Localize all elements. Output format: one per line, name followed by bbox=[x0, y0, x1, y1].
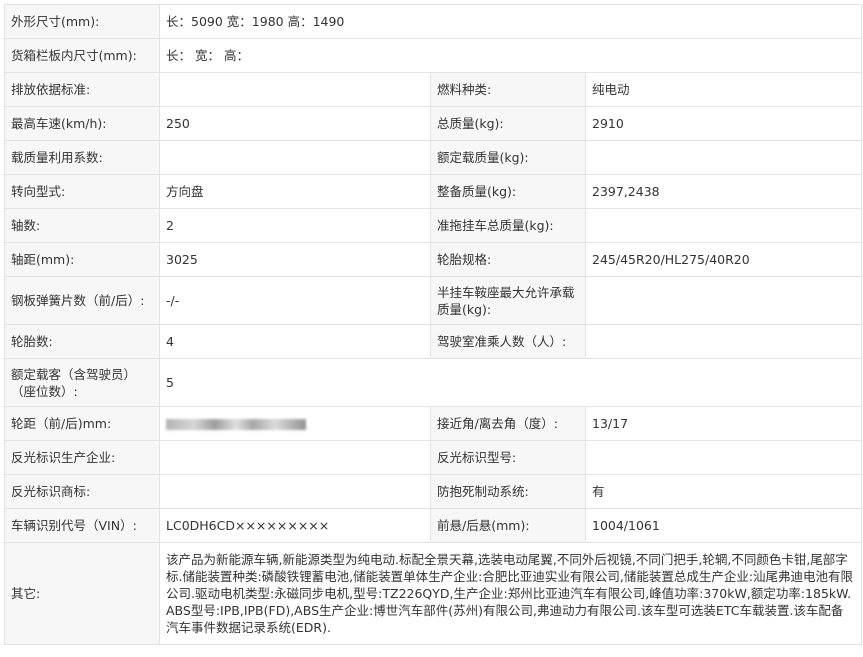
reflect-mfr-label: 反光标识生产企业: bbox=[4, 440, 160, 475]
curb-mass-label: 整备质量(kg): bbox=[430, 174, 586, 209]
curb-mass-value: 2397,2438 bbox=[585, 174, 862, 209]
tires-value: 4 bbox=[159, 324, 431, 359]
tires-label: 轮胎数: bbox=[4, 324, 160, 359]
speed-label: 最高车速(km/h): bbox=[4, 106, 160, 141]
table-row: 货箱栏板内尺寸(mm): 长： 宽： 高： bbox=[4, 38, 862, 73]
cargo-value: 长： 宽： 高： bbox=[159, 38, 862, 73]
table-row: 反光标识商标: 防抱死制动系统: 有 bbox=[4, 474, 862, 509]
axles-value: 2 bbox=[159, 208, 431, 243]
table-row: 反光标识生产企业: 反光标识型号: bbox=[4, 440, 862, 475]
other-label: 其它: bbox=[4, 542, 160, 645]
trailer-mass-value bbox=[585, 208, 862, 243]
vehicle-spec-table: 外形尺寸(mm): 长：5090 宽：1980 高：1490 货箱栏板内尺寸(m… bbox=[4, 4, 862, 645]
cargo-label: 货箱栏板内尺寸(mm): bbox=[4, 38, 160, 73]
wheelbase-value: 3025 bbox=[159, 242, 431, 277]
cab-seats-label: 驾驶室准乘人数（人）: bbox=[430, 324, 586, 359]
fuel-value: 纯电动 bbox=[585, 72, 862, 107]
table-row: 外形尺寸(mm): 长：5090 宽：1980 高：1490 bbox=[4, 4, 862, 39]
reflect-brand-label: 反光标识商标: bbox=[4, 474, 160, 509]
springs-label: 钢板弹簧片数（前/后）: bbox=[4, 276, 160, 325]
table-row: 轴距(mm): 3025 轮胎规格: 245/45R20/HL275/40R20 bbox=[4, 242, 862, 277]
dims-value: 长：5090 宽：1980 高：1490 bbox=[159, 4, 862, 39]
reflect-model-value bbox=[585, 440, 862, 475]
overhang-value: 1004/1061 bbox=[585, 508, 862, 543]
table-row: 载质量利用系数: 额定载质量(kg): bbox=[4, 140, 862, 175]
redacted-value bbox=[166, 419, 306, 430]
table-row: 轮胎数: 4 驾驶室准乘人数（人）: bbox=[4, 324, 862, 359]
trailer-mass-label: 准拖挂车总质量(kg): bbox=[430, 208, 586, 243]
table-row: 转向型式: 方向盘 整备质量(kg): 2397,2438 bbox=[4, 174, 862, 209]
abs-value: 有 bbox=[585, 474, 862, 509]
tire-spec-label: 轮胎规格: bbox=[430, 242, 586, 277]
table-row: 额定载客（含驾驶员）（座位数）: 5 bbox=[4, 358, 862, 407]
tire-spec-value: 245/45R20/HL275/40R20 bbox=[585, 242, 862, 277]
saddle-load-label: 半挂车鞍座最大允许承载质量(kg): bbox=[430, 276, 586, 325]
springs-value: -/- bbox=[159, 276, 431, 325]
table-row: 排放依据标准: 燃料种类: 纯电动 bbox=[4, 72, 862, 107]
load-coef-label: 载质量利用系数: bbox=[4, 140, 160, 175]
load-coef-value bbox=[159, 140, 431, 175]
cab-seats-value bbox=[585, 324, 862, 359]
table-row: 车辆识别代号（VIN）: LC0DH6CD××××××××× 前悬/后悬(mm)… bbox=[4, 508, 862, 543]
vin-label: 车辆识别代号（VIN）: bbox=[4, 508, 160, 543]
table-row: 最高车速(km/h): 250 总质量(kg): 2910 bbox=[4, 106, 862, 141]
other-value: 该产品为新能源车辆,新能源类型为纯电动.标配全景天幕,选装电动尾翼,不同外后视镜… bbox=[159, 542, 862, 645]
rated-load-label: 额定载质量(kg): bbox=[430, 140, 586, 175]
emission-value bbox=[159, 72, 431, 107]
table-row: 轮距（前/后)mm: 接近角/离去角（度）: 13/17 bbox=[4, 406, 862, 441]
vin-value: LC0DH6CD××××××××× bbox=[159, 508, 431, 543]
rated-load-value bbox=[585, 140, 862, 175]
table-row: 轴数: 2 准拖挂车总质量(kg): bbox=[4, 208, 862, 243]
seats-value: 5 bbox=[159, 358, 862, 407]
speed-value: 250 bbox=[159, 106, 431, 141]
track-label: 轮距（前/后)mm: bbox=[4, 406, 160, 441]
table-row: 其它: 该产品为新能源车辆,新能源类型为纯电动.标配全景天幕,选装电动尾翼,不同… bbox=[4, 542, 862, 645]
wheelbase-label: 轴距(mm): bbox=[4, 242, 160, 277]
track-value bbox=[159, 406, 431, 441]
gross-mass-label: 总质量(kg): bbox=[430, 106, 586, 141]
table-row: 钢板弹簧片数（前/后）: -/- 半挂车鞍座最大允许承载质量(kg): bbox=[4, 276, 862, 325]
abs-label: 防抱死制动系统: bbox=[430, 474, 586, 509]
emission-label: 排放依据标准: bbox=[4, 72, 160, 107]
approach-angle-value: 13/17 bbox=[585, 406, 862, 441]
overhang-label: 前悬/后悬(mm): bbox=[430, 508, 586, 543]
reflect-brand-value bbox=[159, 474, 431, 509]
saddle-load-value bbox=[585, 276, 862, 325]
reflect-model-label: 反光标识型号: bbox=[430, 440, 586, 475]
seats-label: 额定载客（含驾驶员）（座位数）: bbox=[4, 358, 160, 407]
reflect-mfr-value bbox=[159, 440, 431, 475]
gross-mass-value: 2910 bbox=[585, 106, 862, 141]
steering-value: 方向盘 bbox=[159, 174, 431, 209]
approach-angle-label: 接近角/离去角（度）: bbox=[430, 406, 586, 441]
fuel-label: 燃料种类: bbox=[430, 72, 586, 107]
dims-label: 外形尺寸(mm): bbox=[4, 4, 160, 39]
steering-label: 转向型式: bbox=[4, 174, 160, 209]
axles-label: 轴数: bbox=[4, 208, 160, 243]
